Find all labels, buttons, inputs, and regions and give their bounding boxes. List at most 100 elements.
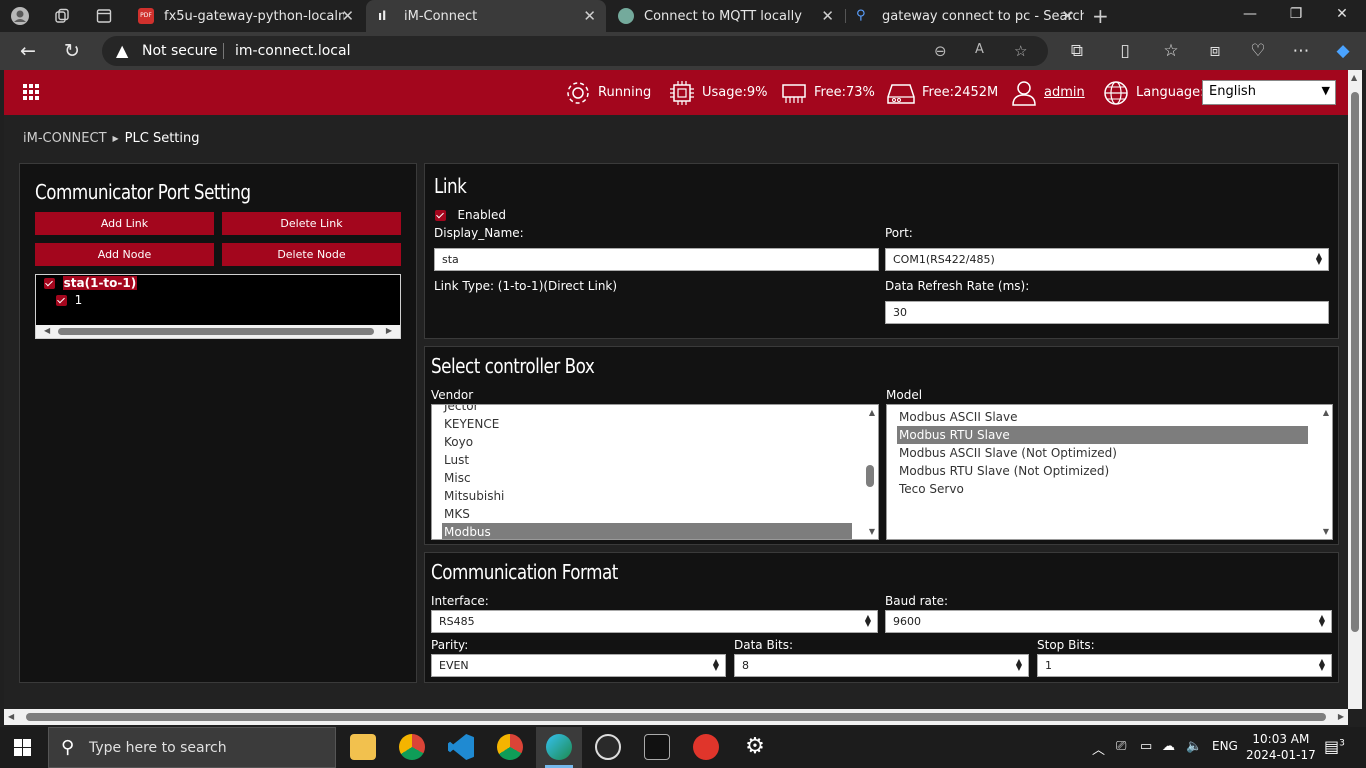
port-select[interactable]: COM1(RS422/485) ▲ ▼: [885, 248, 1329, 271]
favorites-icon[interactable]: ☆: [1160, 41, 1182, 61]
list-option[interactable]: Modbus ASCII Slave (Not Optimized): [897, 444, 1117, 462]
tree-horizontal-scrollbar[interactable]: ◀ ▶: [36, 325, 400, 338]
settings-menu-icon[interactable]: ⋯: [1290, 41, 1312, 61]
copilot-icon[interactable]: ◆: [1332, 41, 1354, 61]
list-option[interactable]: Modbus RTU Slave (Not Optimized): [897, 462, 1109, 480]
windows-start-icon[interactable]: [14, 739, 31, 756]
omnibox[interactable]: ▲ Not secure im-connect.local ⊖ A ☆: [102, 36, 1048, 66]
user-menu[interactable]: admin: [1010, 70, 1085, 115]
scroll-left-icon[interactable]: ◀: [44, 326, 50, 335]
volume-icon[interactable]: 🔈: [1186, 739, 1202, 754]
input-language[interactable]: ENG: [1212, 739, 1238, 753]
list-option[interactable]: Teco Servo: [897, 480, 964, 498]
refresh-rate-input[interactable]: 30: [885, 301, 1329, 324]
chrome-icon[interactable]: [399, 734, 425, 760]
wps-office-icon[interactable]: [693, 734, 719, 760]
tab-im-connect[interactable]: ıl iM-Connect ✕: [366, 0, 606, 32]
cloud-icon[interactable]: ☁: [1162, 739, 1175, 754]
list-option[interactable]: Misc: [442, 469, 471, 487]
list-option[interactable]: MKS: [442, 505, 470, 523]
close-tab-icon[interactable]: ✕: [341, 7, 354, 25]
scroll-thumb[interactable]: [58, 328, 374, 335]
model-listbox[interactable]: ▲ ▼ Modbus ASCII Slave Modbus RTU Slave Mo…: [886, 404, 1333, 540]
page-vertical-scrollbar[interactable]: ▲: [1348, 70, 1362, 709]
close-tab-icon[interactable]: ✕: [583, 7, 596, 25]
tab-actions-icon[interactable]: [94, 6, 114, 26]
app-menu-icon[interactable]: [23, 84, 39, 100]
interface-select[interactable]: RS485 ▲ ▼: [431, 610, 878, 633]
close-tab-icon[interactable]: ✕: [1061, 7, 1074, 25]
refresh-icon[interactable]: ↻: [60, 40, 84, 62]
list-option[interactable]: Modbus RTU Slave: [897, 426, 1308, 444]
edge-icon[interactable]: [546, 734, 572, 760]
tab-connect-mqtt[interactable]: Connect to MQTT locally ✕: [608, 0, 844, 32]
scroll-down-icon[interactable]: ▼: [869, 527, 875, 536]
tab-search[interactable]: ⚲ gateway connect to pc - Search ✕: [846, 0, 1084, 32]
show-hidden-icons-icon[interactable]: ︿: [1092, 739, 1105, 758]
settings-gear-icon[interactable]: ⚙: [742, 734, 768, 760]
url-text[interactable]: im-connect.local: [235, 43, 350, 59]
terminal-icon[interactable]: [644, 734, 670, 760]
restore-icon[interactable]: ❐: [1286, 6, 1306, 22]
back-icon[interactable]: ←: [16, 40, 40, 62]
scroll-right-icon[interactable]: ▶: [1338, 712, 1344, 721]
read-aloud-icon[interactable]: A: [975, 42, 984, 57]
tree-node-label[interactable]: 1: [75, 293, 83, 307]
language-dropdown[interactable]: English ▼: [1202, 80, 1336, 105]
list-option[interactable]: Modbus: [442, 523, 852, 539]
parity-select[interactable]: EVEN ▲ ▼: [431, 654, 726, 677]
camera-icon[interactable]: ⎚: [1116, 739, 1126, 754]
scroll-up-icon[interactable]: ▲: [1351, 73, 1357, 82]
vendor-listbox[interactable]: ▲ ▼ Jector KEYENCE Koyo Lust Misc Mitsubishi M…: [431, 404, 879, 540]
new-tab-icon[interactable]: +: [1092, 4, 1109, 28]
baud-rate-select[interactable]: 9600 ▲ ▼: [885, 610, 1332, 633]
page-horizontal-scrollbar[interactable]: ◀ ▶: [4, 709, 1348, 725]
checkbox-checked-icon[interactable]: [44, 277, 55, 289]
tab-fx5u-gateway[interactable]: PDF fx5u-gateway-python-localmqtt- ✕: [128, 0, 364, 32]
battery-icon[interactable]: ▭: [1140, 739, 1152, 754]
scroll-thumb[interactable]: [866, 465, 874, 487]
tree-node-item[interactable]: 1: [56, 293, 82, 307]
vscode-icon[interactable]: [448, 734, 474, 760]
chrome-profile-icon[interactable]: [497, 734, 523, 760]
security-label[interactable]: Not secure: [142, 43, 218, 59]
list-option[interactable]: Mitsubishi: [442, 487, 504, 505]
tree-link-label[interactable]: sta(1-to-1): [62, 276, 138, 290]
user-link[interactable]: admin: [1044, 85, 1085, 100]
checkbox-checked-icon[interactable]: [56, 294, 67, 306]
list-option[interactable]: Koyo: [442, 433, 473, 451]
close-tab-icon[interactable]: ✕: [821, 7, 834, 25]
list-option[interactable]: Lust: [442, 451, 469, 469]
taskbar-search[interactable]: ⚲ Type here to search: [48, 727, 336, 768]
delete-link-button[interactable]: Delete Link: [222, 212, 401, 235]
collections-icon[interactable]: ⧈: [1204, 41, 1226, 61]
list-option[interactable]: Modbus ASCII Slave: [897, 408, 1018, 426]
stop-bits-select[interactable]: 1 ▲ ▼: [1037, 654, 1332, 677]
profile-icon[interactable]: [10, 6, 30, 26]
minimize-icon[interactable]: —: [1240, 6, 1260, 22]
tree-link-item[interactable]: sta(1-to-1): [44, 276, 138, 290]
notification-icon[interactable]: ▤3: [1324, 737, 1345, 756]
split-screen-icon[interactable]: ▯: [1114, 41, 1136, 61]
workspaces-icon[interactable]: [52, 6, 72, 26]
extensions-icon[interactable]: ⧉: [1066, 41, 1088, 61]
zoom-icon[interactable]: ⊖: [934, 42, 947, 60]
enabled-checkbox-row[interactable]: Enabled: [435, 208, 506, 222]
performance-icon[interactable]: ♡: [1247, 41, 1269, 61]
data-bits-select[interactable]: 8 ▲ ▼: [734, 654, 1029, 677]
breadcrumb-root[interactable]: iM-CONNECT: [23, 131, 107, 146]
list-option[interactable]: Jector: [442, 405, 479, 415]
clock[interactable]: 10:03 AM 2024-01-17: [1246, 731, 1316, 763]
scroll-up-icon[interactable]: ▲: [869, 408, 875, 417]
network-tool-icon[interactable]: [595, 734, 621, 760]
list-option[interactable]: KEYENCE: [442, 415, 499, 433]
close-window-icon[interactable]: ✕: [1332, 6, 1352, 22]
scroll-up-icon[interactable]: ▲: [1323, 408, 1329, 417]
scroll-left-icon[interactable]: ◀: [8, 712, 14, 721]
scroll-down-icon[interactable]: ▼: [1323, 527, 1329, 536]
delete-node-button[interactable]: Delete Node: [222, 243, 401, 266]
scroll-thumb[interactable]: [26, 713, 1326, 721]
file-explorer-icon[interactable]: [350, 734, 376, 760]
checkbox-checked-icon[interactable]: [435, 209, 446, 221]
scroll-right-icon[interactable]: ▶: [386, 326, 392, 335]
